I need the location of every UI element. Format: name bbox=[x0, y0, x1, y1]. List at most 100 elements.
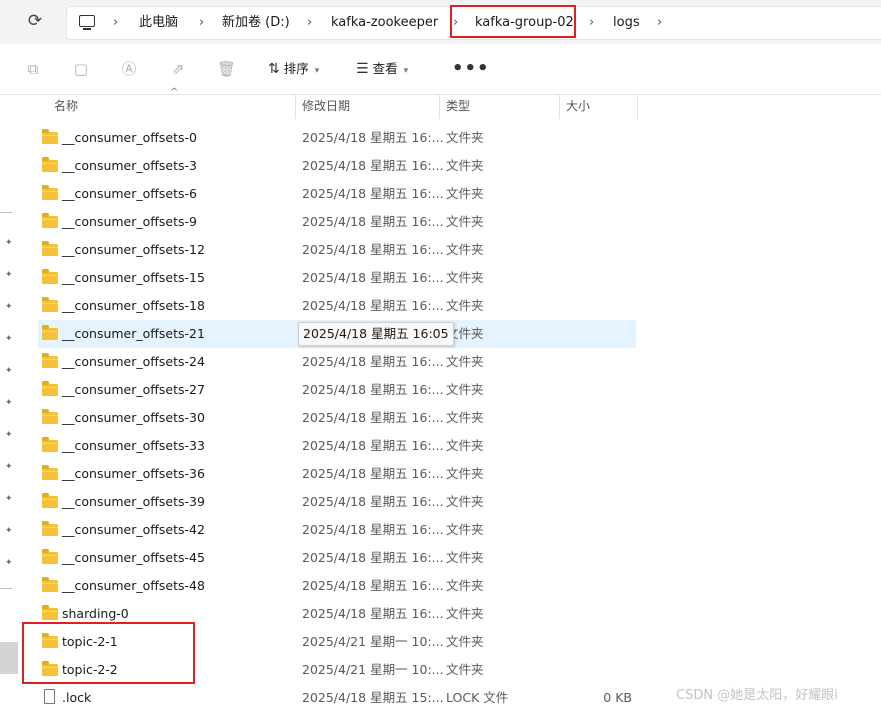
column-size[interactable]: 大小 bbox=[566, 95, 590, 119]
file-row[interactable]: __consumer_offsets-6 2025/4/18 星期五 16:...… bbox=[38, 180, 636, 208]
file-type: 文件夹 bbox=[446, 522, 484, 537]
file-type: 文件夹 bbox=[446, 550, 484, 565]
column-divider[interactable] bbox=[637, 95, 638, 119]
pin-icon[interactable]: ✦ bbox=[5, 558, 13, 568]
highlight-box-topics bbox=[22, 622, 195, 684]
file-date-modified: 2025/4/18 星期五 16:... bbox=[302, 578, 444, 593]
pin-icon[interactable]: ✦ bbox=[5, 238, 13, 248]
file-name: __consumer_offsets-42 bbox=[62, 522, 205, 537]
file-size bbox=[598, 572, 632, 600]
column-divider[interactable] bbox=[439, 95, 440, 119]
file-row[interactable]: __consumer_offsets-27 2025/4/18 星期五 16:..… bbox=[38, 376, 636, 404]
file-type: 文件夹 bbox=[446, 662, 484, 677]
breadcrumb-separator-icon[interactable]: › bbox=[113, 7, 118, 39]
file-date-modified: 2025/4/18 星期五 16:... bbox=[302, 606, 444, 621]
file-row[interactable]: __consumer_offsets-24 2025/4/18 星期五 16:..… bbox=[38, 348, 636, 376]
file-type: 文件夹 bbox=[446, 214, 484, 229]
folder-icon bbox=[42, 353, 58, 368]
navigation-scrollbar[interactable] bbox=[0, 642, 18, 674]
file-date-modified: 2025/4/18 星期五 16:... bbox=[302, 382, 444, 397]
breadcrumb-separator-icon[interactable]: › bbox=[199, 7, 204, 39]
view-button[interactable]: ☰ 查看 ▾ bbox=[356, 58, 408, 80]
pin-icon[interactable]: ✦ bbox=[5, 526, 13, 536]
pin-icon[interactable]: ✦ bbox=[5, 462, 13, 472]
file-date-modified: 2025/4/18 星期五 16:... bbox=[302, 158, 444, 173]
sort-button[interactable]: ⇅ 排序 ▾ bbox=[268, 58, 319, 80]
folder-icon bbox=[42, 577, 58, 592]
pin-icon[interactable]: ✦ bbox=[5, 430, 13, 440]
file-row[interactable]: __consumer_offsets-12 2025/4/18 星期五 16:..… bbox=[38, 236, 636, 264]
sort-ascending-icon: ^ bbox=[170, 87, 179, 98]
file-row[interactable]: __consumer_offsets-18 2025/4/18 星期五 16:..… bbox=[38, 292, 636, 320]
pin-icon[interactable]: ✦ bbox=[5, 398, 13, 408]
file-row[interactable]: __consumer_offsets-15 2025/4/18 星期五 16:..… bbox=[38, 264, 636, 292]
file-row[interactable]: __consumer_offsets-33 2025/4/18 星期五 16:..… bbox=[38, 432, 636, 460]
divider bbox=[0, 588, 12, 589]
file-date-modified: 2025/4/18 星期五 16:... bbox=[302, 466, 444, 481]
file-name: __consumer_offsets-48 bbox=[62, 578, 205, 593]
breadcrumb-drive-d[interactable]: 新加卷 (D:) bbox=[222, 7, 290, 39]
more-options-button[interactable]: ••• bbox=[452, 58, 490, 79]
folder-icon bbox=[42, 185, 58, 200]
file-name: __consumer_offsets-9 bbox=[62, 214, 197, 229]
pin-icon[interactable]: ✦ bbox=[5, 334, 13, 344]
breadcrumb-separator-icon[interactable]: › bbox=[307, 7, 312, 39]
pin-icon[interactable]: ✦ bbox=[5, 366, 13, 376]
column-date-modified[interactable]: 修改日期 bbox=[302, 95, 350, 119]
file-row[interactable]: __consumer_offsets-42 2025/4/18 星期五 16:..… bbox=[38, 516, 636, 544]
file-row[interactable]: __consumer_offsets-0 2025/4/18 星期五 16:...… bbox=[38, 124, 636, 152]
file-size bbox=[598, 488, 632, 516]
folder-icon bbox=[42, 465, 58, 480]
breadcrumb-logs[interactable]: logs bbox=[613, 7, 640, 39]
file-type: 文件夹 bbox=[446, 298, 484, 313]
sort-icon: ⇅ bbox=[268, 61, 280, 77]
file-size bbox=[598, 376, 632, 404]
file-name: __consumer_offsets-3 bbox=[62, 158, 197, 173]
file-type: 文件夹 bbox=[446, 130, 484, 145]
delete-icon[interactable]: 🗑 bbox=[217, 60, 236, 78]
folder-icon bbox=[42, 325, 58, 340]
column-header: ^ 名称 修改日期 类型 大小 bbox=[22, 87, 638, 119]
column-divider[interactable] bbox=[559, 95, 560, 119]
file-type: 文件夹 bbox=[446, 578, 484, 593]
refresh-icon[interactable]: ⟳ bbox=[24, 10, 46, 32]
paste-icon[interactable]: ▢ bbox=[72, 60, 90, 78]
file-type: 文件夹 bbox=[446, 410, 484, 425]
file-size bbox=[598, 292, 632, 320]
pin-icon[interactable]: ✦ bbox=[5, 302, 13, 312]
address-bar: ⟳ › 此电脑 › 新加卷 (D:) › kafka-zookeeper › k… bbox=[0, 0, 881, 44]
column-divider[interactable] bbox=[295, 95, 296, 119]
file-date-modified: 2025/4/18 星期五 16:... bbox=[302, 522, 444, 537]
file-row[interactable]: __consumer_offsets-3 2025/4/18 星期五 16:...… bbox=[38, 152, 636, 180]
file-size bbox=[598, 404, 632, 432]
column-type[interactable]: 类型 bbox=[446, 95, 470, 119]
folder-icon bbox=[42, 213, 58, 228]
folder-icon bbox=[42, 297, 58, 312]
chevron-down-icon: ▾ bbox=[314, 66, 320, 76]
file-size bbox=[598, 656, 632, 684]
this-pc-icon[interactable] bbox=[79, 15, 95, 30]
file-row[interactable]: __consumer_offsets-39 2025/4/18 星期五 16:..… bbox=[38, 488, 636, 516]
breadcrumb-this-pc[interactable]: 此电脑 bbox=[139, 7, 178, 39]
column-name[interactable]: 名称 bbox=[54, 95, 78, 119]
date-tooltip: 2025/4/18 星期五 16:05 bbox=[298, 322, 454, 346]
breadcrumb-kafka-zookeeper[interactable]: kafka-zookeeper bbox=[331, 7, 438, 39]
file-date-modified: 2025/4/21 星期一 10:... bbox=[302, 634, 444, 649]
pin-icon[interactable]: ✦ bbox=[5, 494, 13, 504]
share-icon[interactable]: ⇗ bbox=[169, 60, 187, 78]
file-row[interactable]: __consumer_offsets-30 2025/4/18 星期五 16:..… bbox=[38, 404, 636, 432]
file-row[interactable]: __consumer_offsets-45 2025/4/18 星期五 16:..… bbox=[38, 544, 636, 572]
rename-icon[interactable]: Ⓐ bbox=[120, 60, 138, 78]
file-size bbox=[598, 264, 632, 292]
file-row[interactable]: __consumer_offsets-9 2025/4/18 星期五 16:...… bbox=[38, 208, 636, 236]
file-type: 文件夹 bbox=[446, 494, 484, 509]
file-row[interactable]: __consumer_offsets-36 2025/4/18 星期五 16:..… bbox=[38, 460, 636, 488]
pin-icon[interactable]: ✦ bbox=[5, 270, 13, 280]
copy-icon[interactable]: ⧉ bbox=[24, 60, 42, 78]
breadcrumb-separator-icon[interactable]: › bbox=[657, 7, 662, 39]
breadcrumb-separator-icon[interactable]: › bbox=[589, 7, 594, 39]
file-row[interactable]: __consumer_offsets-48 2025/4/18 星期五 16:..… bbox=[38, 572, 636, 600]
file-name: __consumer_offsets-6 bbox=[62, 186, 197, 201]
file-type: 文件夹 bbox=[446, 158, 484, 173]
file-type: 文件夹 bbox=[446, 466, 484, 481]
